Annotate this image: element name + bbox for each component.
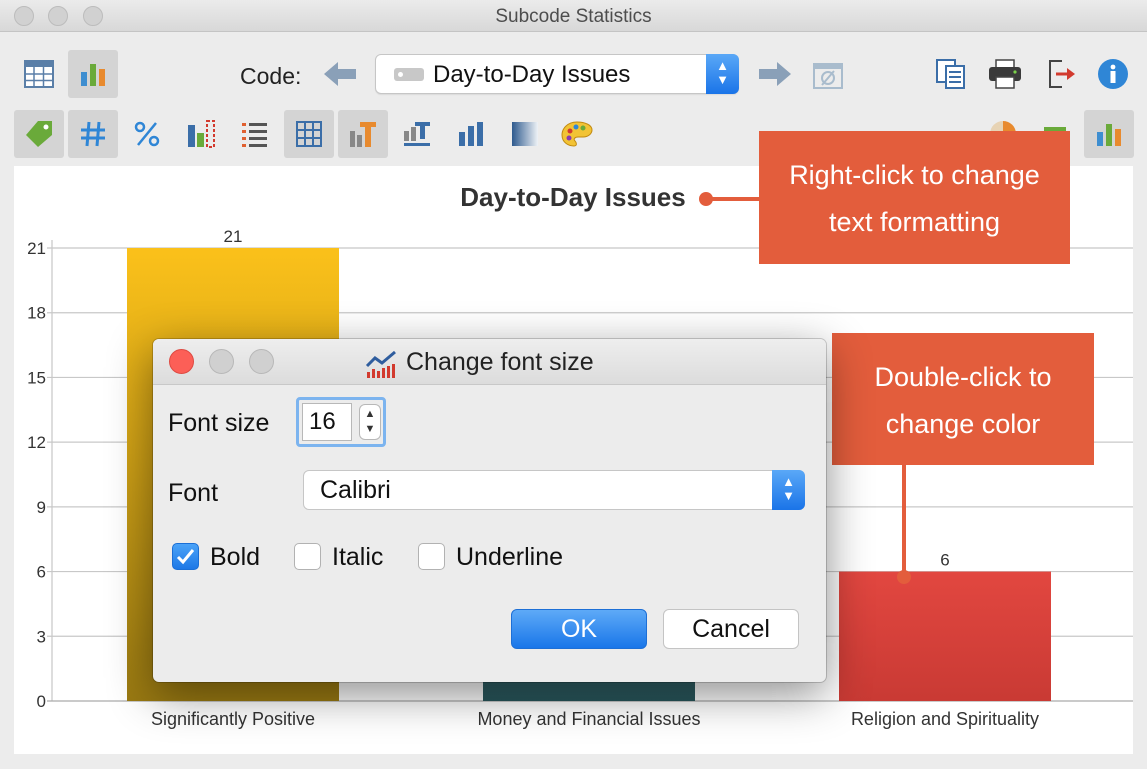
arrow-right-icon bbox=[759, 62, 791, 86]
x-category-label: Significantly Positive bbox=[151, 709, 315, 729]
bar-chart-type-button[interactable] bbox=[446, 110, 496, 158]
code-label: Code: bbox=[240, 63, 302, 89]
double-click-callout: Double-click to change color bbox=[832, 333, 1094, 465]
y-tick-label: 3 bbox=[37, 627, 46, 646]
printer-icon bbox=[989, 59, 1021, 89]
axis-text-icon bbox=[404, 122, 430, 146]
chart-view-button[interactable] bbox=[68, 50, 118, 98]
y-tick-label: 15 bbox=[27, 368, 46, 387]
window-title: Subcode Statistics bbox=[495, 6, 652, 27]
y-tick-label: 18 bbox=[27, 304, 46, 323]
callout-bar-pointer-line bbox=[902, 465, 906, 575]
axis-labels-button[interactable] bbox=[392, 110, 442, 158]
hash-icon bbox=[81, 121, 105, 147]
chart-title[interactable]: Day-to-Day Issues bbox=[460, 182, 685, 212]
vertical-bar-type-button[interactable] bbox=[1084, 110, 1134, 158]
copy-icon bbox=[936, 59, 965, 89]
title-bar: Subcode Statistics bbox=[0, 0, 1147, 32]
font-select-value: Calibri bbox=[320, 476, 391, 504]
y-tick-label: 6 bbox=[37, 563, 46, 582]
bold-checkbox[interactable] bbox=[172, 543, 199, 570]
palette-icon bbox=[561, 121, 593, 147]
show-percentages-button[interactable] bbox=[122, 110, 172, 158]
bar-chart-icon bbox=[81, 64, 105, 86]
dialog-title: Change font size bbox=[406, 348, 594, 376]
next-code-button[interactable] bbox=[757, 60, 793, 88]
title-text-icon bbox=[350, 122, 376, 147]
column-chart-icon bbox=[1097, 124, 1121, 146]
font-size-label: Font size bbox=[168, 409, 270, 437]
list-button[interactable] bbox=[230, 110, 280, 158]
exit-arrow-icon bbox=[1049, 60, 1075, 88]
y-tick-label: 9 bbox=[37, 498, 46, 517]
table-icon bbox=[24, 60, 54, 88]
bar-value-label: 6 bbox=[940, 551, 949, 570]
previous-code-button[interactable] bbox=[322, 60, 358, 88]
grid-icon bbox=[296, 121, 322, 147]
gridlines-button[interactable] bbox=[284, 110, 334, 158]
underline-label[interactable]: Underline bbox=[456, 543, 563, 572]
info-button[interactable] bbox=[1088, 50, 1138, 98]
font-size-field[interactable]: 16 ▲ ▼ bbox=[296, 397, 386, 447]
missing-values-button[interactable] bbox=[176, 110, 226, 158]
right-click-callout-line1: Right-click to change bbox=[789, 160, 1040, 190]
code-select-stepper[interactable]: ▲ ▼ bbox=[706, 54, 739, 94]
list-icon bbox=[242, 123, 267, 147]
double-click-callout-line1: Double-click to bbox=[874, 362, 1052, 392]
tag-icon bbox=[26, 121, 52, 147]
dialog-close-button[interactable] bbox=[169, 349, 194, 374]
font-select-stepper[interactable]: ▲ ▼ bbox=[772, 470, 805, 510]
show-code-labels-button[interactable] bbox=[14, 110, 64, 158]
y-tick-label: 0 bbox=[37, 692, 46, 711]
bar-value-label: 21 bbox=[224, 227, 243, 246]
x-category-label: Religion and Spirituality bbox=[851, 709, 1039, 729]
bar-missing-icon bbox=[188, 120, 215, 148]
subcode-statistics-window: Subcode Statistics Code: Day-to-Day Issu… bbox=[0, 0, 1147, 769]
x-category-label: Money and Financial Issues bbox=[477, 709, 700, 729]
font-size-stepper[interactable]: ▲ ▼ bbox=[359, 404, 381, 440]
clear-code-button[interactable] bbox=[812, 60, 844, 90]
bar[interactable] bbox=[839, 571, 1051, 701]
dialog-minimize-button bbox=[209, 349, 234, 374]
color-palette-button[interactable] bbox=[552, 110, 602, 158]
code-tag-icon bbox=[394, 68, 424, 81]
font-size-input[interactable]: 16 bbox=[302, 403, 352, 441]
callout-title-pointer-line bbox=[706, 197, 760, 201]
ok-button[interactable]: OK bbox=[511, 609, 647, 649]
chart-title-button[interactable] bbox=[338, 110, 388, 158]
y-tick-label: 21 bbox=[27, 239, 46, 258]
chart-line-icon bbox=[365, 350, 396, 378]
font-label: Font bbox=[168, 479, 219, 507]
dialog-title-bar: Change font size bbox=[153, 339, 826, 385]
underline-checkbox[interactable] bbox=[418, 543, 445, 570]
y-tick-label: 12 bbox=[27, 433, 46, 452]
arrow-left-icon bbox=[324, 62, 356, 86]
show-frequencies-button[interactable] bbox=[68, 110, 118, 158]
code-select-value: Day-to-Day Issues bbox=[433, 61, 631, 88]
export-button[interactable] bbox=[1036, 50, 1086, 98]
callout-bar-pointer-dot bbox=[897, 570, 911, 584]
cancel-button[interactable]: Cancel bbox=[663, 609, 799, 649]
gradient-button[interactable] bbox=[500, 110, 550, 158]
change-font-size-dialog: Change font size Font size 16 ▲ ▼ Font Ca… bbox=[153, 339, 826, 682]
empty-set-icon bbox=[813, 63, 843, 89]
italic-checkbox[interactable] bbox=[294, 543, 321, 570]
code-select[interactable]: Day-to-Day Issues ▲ ▼ bbox=[375, 54, 739, 94]
bold-label[interactable]: Bold bbox=[210, 543, 260, 572]
print-button[interactable] bbox=[980, 50, 1030, 98]
dialog-zoom-button bbox=[249, 349, 274, 374]
double-click-callout-line2: change color bbox=[885, 409, 1041, 439]
bars-icon bbox=[459, 122, 483, 146]
percent-icon bbox=[134, 121, 160, 147]
info-icon bbox=[1098, 59, 1128, 89]
right-click-callout: Right-click to change text formatting bbox=[759, 131, 1070, 264]
copy-button[interactable] bbox=[926, 50, 976, 98]
font-select[interactable]: Calibri ▲ ▼ bbox=[303, 470, 805, 510]
right-click-callout-line2: text formatting bbox=[828, 207, 1001, 237]
table-view-button[interactable] bbox=[14, 50, 64, 98]
checkmark-icon bbox=[176, 549, 195, 565]
gradient-icon bbox=[512, 122, 538, 146]
italic-label[interactable]: Italic bbox=[332, 543, 383, 572]
